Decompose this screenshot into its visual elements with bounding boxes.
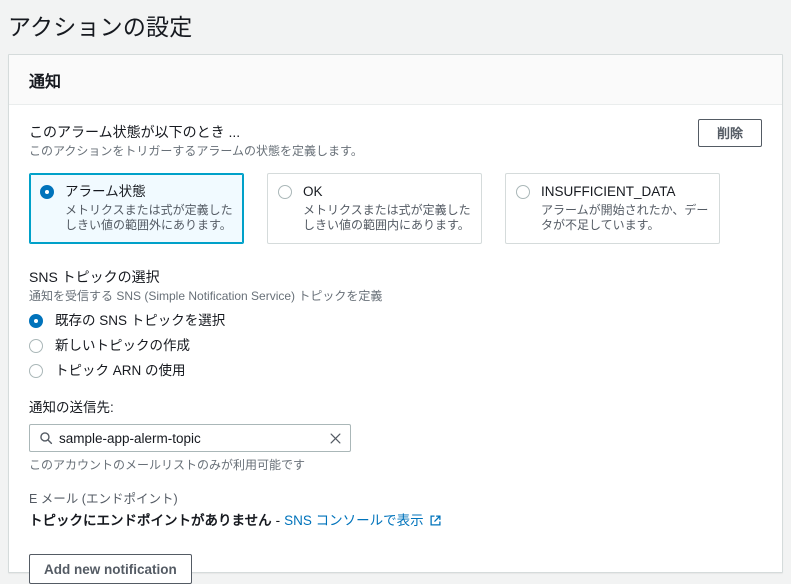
endpoint-message: トピックにエンドポイントがありません [29, 513, 272, 528]
endpoint-separator: - [275, 513, 281, 528]
panel-body: 削除 このアラーム状態が以下のとき ... このアクションをトリガーするアラーム… [9, 105, 782, 584]
radio-icon-create-topic[interactable] [29, 339, 43, 353]
alarm-state-subtext: このアクションをトリガーするアラームの状態を定義します。 [29, 144, 363, 158]
endpoint-status-row: トピックにエンドポイントがありません - SNS コンソールで表示 [29, 511, 762, 530]
sns-option-create-topic-label: 新しいトピックの作成 [55, 338, 190, 353]
alarm-state-option-insufficient-data[interactable]: INSUFFICIENT_DATA アラームが開始されたか、データが不足していま… [505, 173, 720, 244]
alarm-state-option-insufficient-data-texts: INSUFFICIENT_DATA アラームが開始されたか、データが不足していま… [541, 183, 709, 233]
destination-search-box[interactable] [29, 424, 351, 452]
sns-option-topic-arn[interactable]: トピック ARN の使用 [29, 361, 762, 381]
sns-topic-subtext: 通知を受信する SNS (Simple Notification Service… [29, 289, 383, 303]
search-icon [39, 431, 53, 445]
radio-icon-topic-arn[interactable] [29, 364, 43, 378]
destination-section: 通知の送信先: このアカウントのメールリストのみが利用可能です [29, 399, 762, 473]
alarm-state-option-ok-label: OK [303, 184, 323, 199]
page-title: アクションの設定 [8, 14, 193, 40]
sns-topic-options: 既存の SNS トピックを選択 新しいトピックの作成 トピック ARN の使用 [29, 311, 762, 381]
sns-topic-heading: SNS トピックの選択 [29, 269, 160, 285]
sns-option-topic-arn-label: トピック ARN の使用 [55, 363, 186, 378]
sns-console-link[interactable]: SNS コンソールで表示 [284, 511, 424, 530]
destination-help-text: このアカウントのメールリストのみが利用可能です [29, 458, 306, 472]
close-icon[interactable] [329, 432, 342, 445]
alarm-state-option-ok-texts: OK メトリクスまたは式が定義したしきい値の範囲内にあります。 [303, 183, 471, 233]
alarm-state-option-alarm-label: アラーム状態 [65, 184, 146, 199]
notification-panel: 通知 削除 このアラーム状態が以下のとき ... このアクションをトリガーするア… [8, 54, 783, 584]
alarm-state-option-alarm-description: メトリクスまたは式が定義したしきい値の範囲外にあります。 [65, 203, 233, 232]
panel-header: 通知 [9, 55, 782, 105]
alarm-state-option-insufficient-data-label: INSUFFICIENT_DATA [541, 184, 676, 199]
destination-label: 通知の送信先: [29, 400, 114, 415]
sns-topic-section: SNS トピックの選択 通知を受信する SNS (Simple Notifica… [29, 268, 762, 381]
sns-option-create-topic[interactable]: 新しいトピックの作成 [29, 336, 762, 356]
alarm-state-option-alarm-texts: アラーム状態 メトリクスまたは式が定義したしきい値の範囲外にあります。 [65, 183, 233, 233]
alarm-state-option-ok-description: メトリクスまたは式が定義したしきい値の範囲内にあります。 [303, 203, 471, 232]
endpoint-label: E メール (エンドポイント) [29, 492, 178, 506]
alarm-state-option-alarm[interactable]: アラーム状態 メトリクスまたは式が定義したしきい値の範囲外にあります。 [29, 173, 244, 244]
sns-option-existing-topic-label: 既存の SNS トピックを選択 [55, 313, 226, 328]
alarm-state-option-insufficient-data-description: アラームが開始されたか、データが不足しています。 [541, 203, 709, 232]
alarm-state-option-ok[interactable]: OK メトリクスまたは式が定義したしきい値の範囲内にあります。 [267, 173, 482, 244]
alarm-state-heading: このアラーム状態が以下のとき ... [29, 124, 241, 140]
radio-icon-existing-topic[interactable] [29, 314, 43, 328]
alarm-state-section: このアラーム状態が以下のとき ... このアクションをトリガーするアラームの状態… [29, 123, 762, 244]
sns-option-existing-topic[interactable]: 既存の SNS トピックを選択 [29, 311, 762, 331]
radio-icon-alarm[interactable] [40, 185, 54, 199]
delete-button[interactable]: 削除 [698, 119, 762, 147]
alarm-state-options: アラーム状態 メトリクスまたは式が定義したしきい値の範囲外にあります。 OK メ… [29, 173, 762, 244]
radio-icon-insufficient-data[interactable] [516, 185, 530, 199]
radio-icon-ok[interactable] [278, 185, 292, 199]
panel-header-title: 通知 [29, 73, 62, 91]
external-link-icon[interactable] [429, 514, 442, 527]
add-new-notification-button[interactable]: Add new notification [29, 554, 192, 584]
endpoint-section: E メール (エンドポイント) トピックにエンドポイントがありません - SNS… [29, 491, 762, 530]
destination-search-input[interactable] [53, 430, 329, 446]
